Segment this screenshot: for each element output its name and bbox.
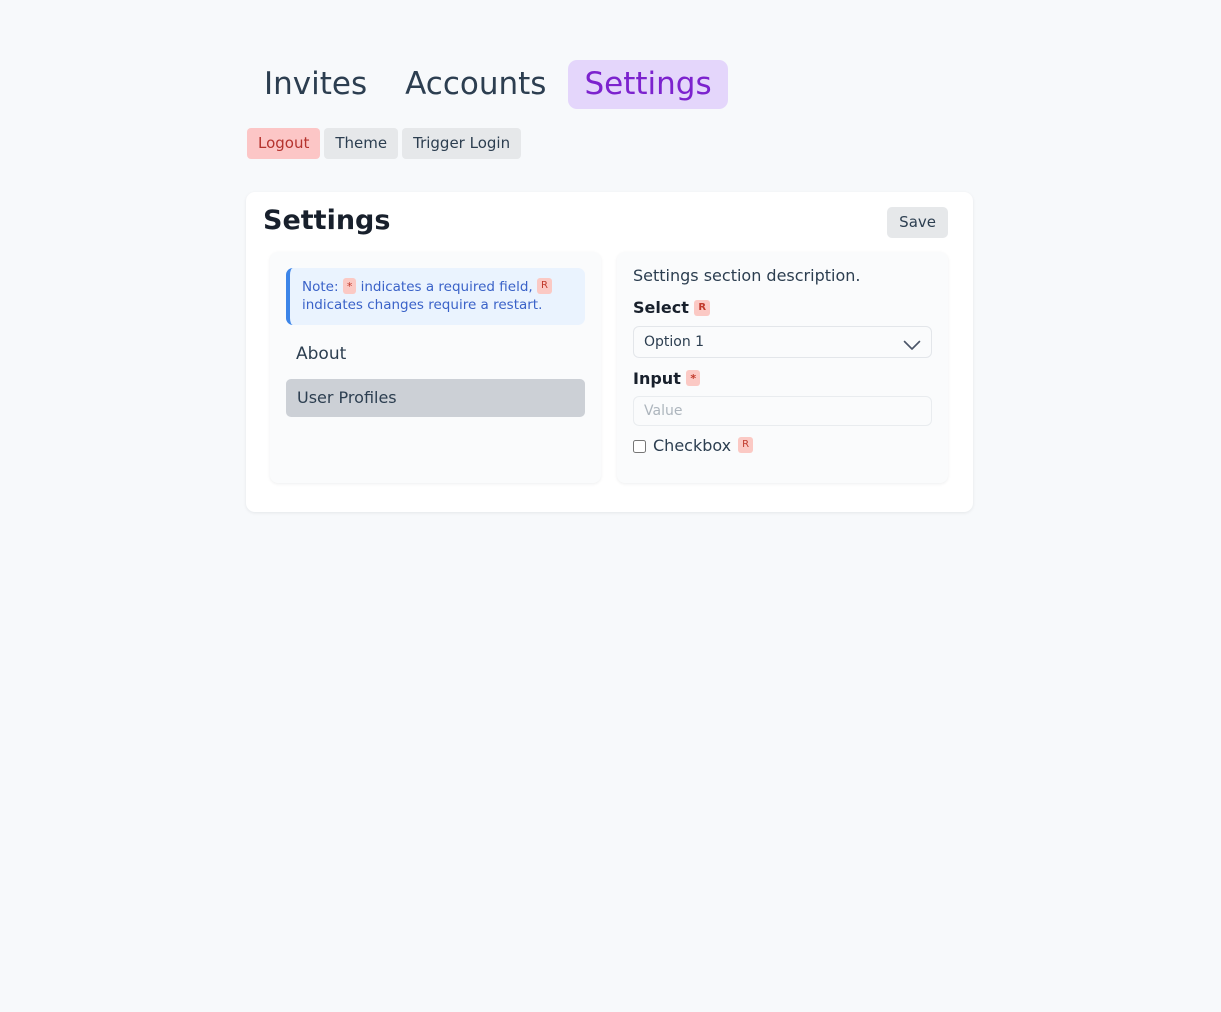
- action-button-row: Logout Theme Trigger Login: [247, 128, 522, 159]
- input-required-badge: *: [686, 370, 701, 386]
- section-description: Settings section description.: [633, 266, 861, 285]
- sidebar-item-list: User Profiles: [286, 379, 585, 418]
- note-suffix-text: indicates changes require a restart.: [302, 297, 543, 314]
- checkbox-field-row: Checkbox R: [633, 436, 932, 455]
- checkbox-restart-badge: R: [738, 437, 754, 453]
- page-title: Settings: [263, 205, 391, 236]
- tab-accounts[interactable]: Accounts: [389, 60, 562, 109]
- logout-button[interactable]: Logout: [247, 128, 321, 159]
- select-field-label: Select R: [633, 298, 932, 317]
- save-button[interactable]: Save: [887, 207, 948, 238]
- input-label-text: Input: [633, 368, 681, 388]
- settings-card: Settings Save Note: * indicates a requir…: [246, 192, 973, 512]
- select-input[interactable]: Option 1: [633, 325, 932, 358]
- value-input[interactable]: [633, 396, 932, 426]
- select-field-wrapper: Option 1: [633, 325, 932, 358]
- note-middle-text: indicates a required field,: [360, 279, 533, 295]
- main-tab-bar: Invites Accounts Settings: [248, 60, 728, 109]
- checkbox-label-text: Checkbox: [653, 436, 732, 455]
- tab-settings[interactable]: Settings: [568, 60, 728, 109]
- select-label-text: Select: [633, 298, 689, 317]
- required-field-badge: *: [342, 278, 357, 294]
- settings-card-header: Settings Save: [246, 192, 973, 254]
- sidebar-item-user-profiles[interactable]: User Profiles: [286, 379, 585, 418]
- trigger-login-button[interactable]: Trigger Login: [402, 128, 522, 159]
- tab-invites[interactable]: Invites: [248, 60, 383, 109]
- note-prefix: Note:: [302, 279, 339, 295]
- input-field-label: Input *: [633, 368, 932, 388]
- settings-checkbox[interactable]: [633, 439, 646, 453]
- theme-button[interactable]: Theme: [324, 128, 399, 159]
- restart-required-badge: R: [537, 278, 552, 294]
- settings-detail-panel: Settings section description. Select R O…: [617, 252, 948, 483]
- required-fields-note: Note: * indicates a required field, R in…: [286, 268, 585, 326]
- settings-sidebar-panel: Note: * indicates a required field, R in…: [270, 252, 601, 483]
- sidebar-section-label: About: [296, 344, 347, 365]
- select-restart-badge: R: [694, 299, 711, 316]
- settings-card-body: Note: * indicates a required field, R in…: [270, 252, 949, 483]
